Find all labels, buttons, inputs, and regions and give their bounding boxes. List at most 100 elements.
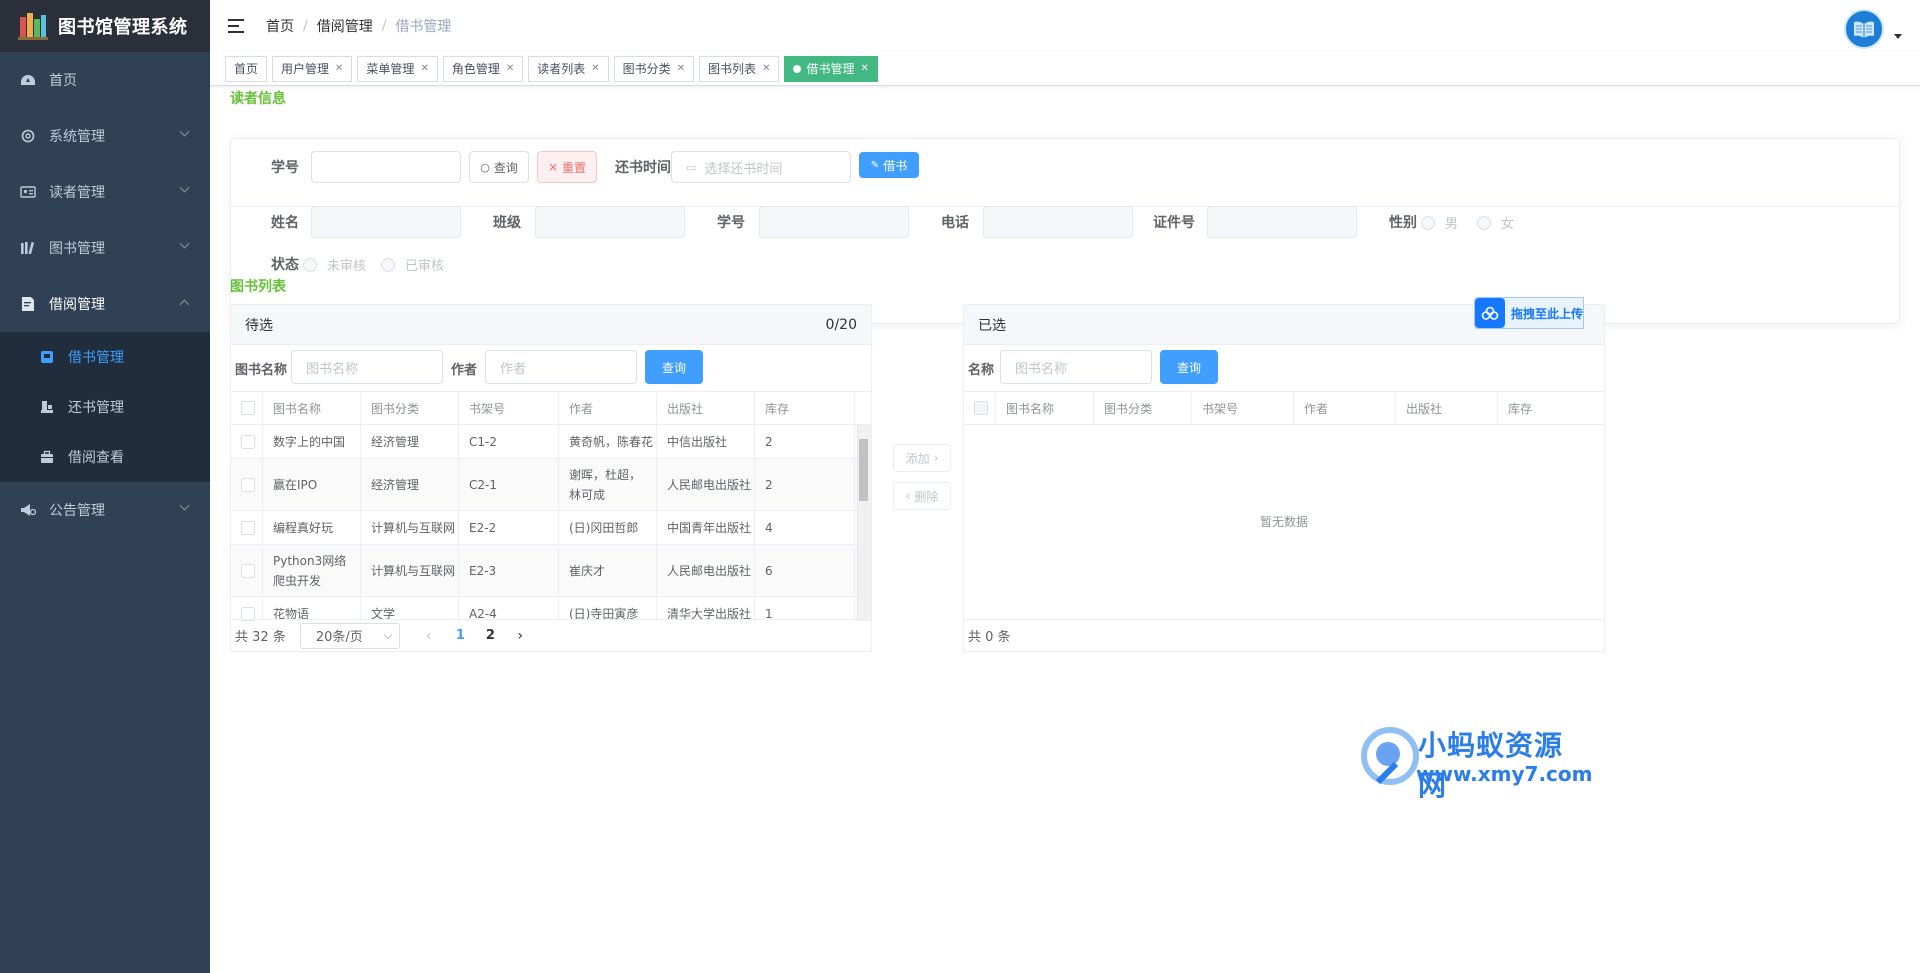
page-number[interactable]: 2: [475, 628, 505, 643]
next-page-icon[interactable]: ›: [517, 628, 523, 644]
book-query-button[interactable]: 查询: [645, 350, 703, 384]
table-cell: 谢晖，杜超，林可成: [559, 459, 657, 510]
page-size-select[interactable]: 20条/页: [299, 622, 400, 649]
selected-book-name-input[interactable]: 图书名称: [1000, 350, 1152, 384]
button-label: 添加: [905, 451, 930, 466]
drag-upload-widget[interactable]: 拖拽至此上传: [1474, 297, 1584, 329]
tab-user-management[interactable]: 用户管理 ✕: [272, 55, 353, 82]
selected-query-button[interactable]: 查询: [1160, 350, 1218, 384]
add-button[interactable]: 添加 ›: [893, 444, 951, 472]
return-time-label: 还书时间: [615, 160, 671, 176]
close-icon[interactable]: ✕: [591, 63, 599, 74]
reader-query-button[interactable]: ○ 查询: [469, 151, 529, 183]
checkbox[interactable]: [241, 563, 255, 578]
checkbox[interactable]: [241, 434, 255, 449]
total-count: 共 32 条: [235, 630, 286, 645]
checkbox[interactable]: [974, 401, 988, 415]
sidebar-subitem-borrow-records[interactable]: 借阅查看: [0, 432, 210, 482]
sidebar-item-readers[interactable]: 读者管理: [0, 164, 210, 220]
table-cell: 2: [755, 425, 855, 458]
reader-student-id-label: 学号: [717, 215, 745, 231]
breadcrumb-home[interactable]: 首页: [266, 16, 294, 36]
book-name-input[interactable]: 图书名称: [291, 350, 443, 384]
breadcrumb: 首页 / 借阅管理 / 借书管理: [266, 16, 451, 36]
table-row[interactable]: 编程真好玩 计算机与互联网 E2-2 (日)冈田哲郎 中国青年出版社 4: [231, 511, 871, 545]
page-number[interactable]: 1: [445, 628, 475, 643]
pagination: 共 0 条: [964, 619, 1604, 651]
caret-down-icon[interactable]: [1894, 34, 1902, 39]
table-cell: 崔庆才: [559, 545, 657, 596]
reader-info-card: 学号 ○ 查询 × 重置 还书时间 ▭ 选择还书时间 ✎ 借书 姓名 班级 学号 电话 …: [230, 138, 1900, 324]
radio-label: 男: [1445, 217, 1459, 232]
vertical-scrollbar[interactable]: [857, 425, 871, 621]
table-cell: 4: [755, 511, 855, 544]
tab-role-management[interactable]: 角色管理 ✕: [442, 55, 524, 82]
dashboard-icon: [20, 72, 36, 88]
checkbox[interactable]: [241, 520, 255, 535]
close-icon[interactable]: ✕: [860, 63, 868, 74]
sidebar-item-announcements[interactable]: 公告管理: [0, 482, 210, 538]
id-card-icon: [20, 184, 36, 200]
sidebar-item-system[interactable]: 系统管理: [0, 108, 210, 164]
column-header: 出版社: [1396, 392, 1498, 424]
tab-book-category[interactable]: 图书分类 ✕: [613, 55, 695, 82]
scrollbar-thumb[interactable]: [859, 439, 868, 501]
tab-home[interactable]: 首页: [225, 55, 268, 82]
close-icon[interactable]: ✕: [762, 63, 770, 74]
table-cell: 中国青年出版社: [657, 511, 755, 544]
books-section-title: 图书列表: [230, 279, 286, 295]
breadcrumb-borrow-management[interactable]: 借阅管理: [317, 16, 373, 36]
reader-reset-button[interactable]: × 重置: [537, 151, 597, 183]
remove-button[interactable]: ‹ 删除: [893, 482, 951, 510]
radio-label: 女: [1501, 217, 1515, 232]
close-icon[interactable]: ✕: [420, 63, 428, 74]
button-label: 查询: [1176, 360, 1201, 375]
table-row[interactable]: Python3网络爬虫开发 计算机与互联网 E2-3 崔庆才 人民邮电出版社 6: [231, 545, 871, 597]
avatar[interactable]: [1844, 9, 1884, 49]
books-icon: [20, 240, 36, 256]
table-row[interactable]: 赢在IPO 经济管理 C2-1 谢晖，杜超，林可成 人民邮电出版社 2: [231, 459, 871, 511]
table-row[interactable]: 花物语 文学 A2-4 (日)寺田寅彦 清华大学出版社 1: [231, 597, 871, 621]
prev-page-icon[interactable]: ‹: [426, 628, 432, 644]
header-checkbox-cell: [964, 392, 996, 424]
name-field: [311, 206, 461, 238]
id-number-label: 证件号: [1153, 215, 1195, 231]
table-row[interactable]: 数字上的中国 经济管理 C1-2 黄奇帆，陈春花 中信出版社 2: [231, 425, 871, 459]
checkbox[interactable]: [241, 401, 255, 415]
table-cell: E2-3: [459, 545, 559, 596]
radio-circle-icon: [303, 257, 317, 272]
phone-label: 电话: [941, 215, 969, 231]
close-icon[interactable]: ✕: [335, 63, 343, 74]
close-icon[interactable]: ✕: [506, 63, 514, 74]
button-label: 借书: [883, 158, 908, 173]
student-id-input[interactable]: [311, 151, 461, 183]
button-label: 重置: [562, 160, 587, 175]
tab-reader-list[interactable]: 读者列表 ✕: [528, 55, 609, 82]
gender-label: 性别: [1389, 215, 1417, 231]
tab-borrow-books[interactable]: 借书管理 ✕: [784, 55, 878, 82]
borrow-button[interactable]: ✎ 借书: [859, 152, 919, 178]
name-label: 姓名: [271, 215, 299, 231]
sidebar-item-label: 公告管理: [49, 503, 105, 519]
checkbox[interactable]: [241, 477, 255, 492]
close-icon[interactable]: ✕: [677, 63, 685, 74]
panel-title: 已选: [978, 317, 1006, 334]
table-cell: 经济管理: [361, 425, 459, 458]
tab-menu-management[interactable]: 菜单管理 ✕: [357, 55, 438, 82]
phone-field: [983, 206, 1133, 238]
watermark: 小蚂蚁资源网 www.xmy7.com: [1360, 724, 1592, 802]
table-cell: 中信出版社: [657, 425, 755, 458]
hamburger-icon[interactable]: [228, 19, 244, 33]
sidebar-item-home[interactable]: 首页: [0, 52, 210, 108]
sidebar-subitem-borrow-books[interactable]: 借书管理: [0, 332, 210, 382]
sidebar-subitem-return-books[interactable]: 还书管理: [0, 382, 210, 432]
calendar-icon: ▭: [686, 160, 697, 174]
logo[interactable]: 图书馆管理系统: [0, 0, 210, 52]
sidebar-item-borrow[interactable]: 借阅管理: [0, 276, 210, 332]
sidebar-item-books[interactable]: 图书管理: [0, 220, 210, 276]
return-time-picker[interactable]: ▭ 选择还书时间: [671, 151, 851, 183]
status-unreviewed-radio: 未审核: [303, 255, 366, 274]
header-checkbox-cell: [231, 392, 263, 424]
tab-book-list[interactable]: 图书列表 ✕: [699, 55, 780, 82]
author-input[interactable]: 作者: [485, 350, 637, 384]
